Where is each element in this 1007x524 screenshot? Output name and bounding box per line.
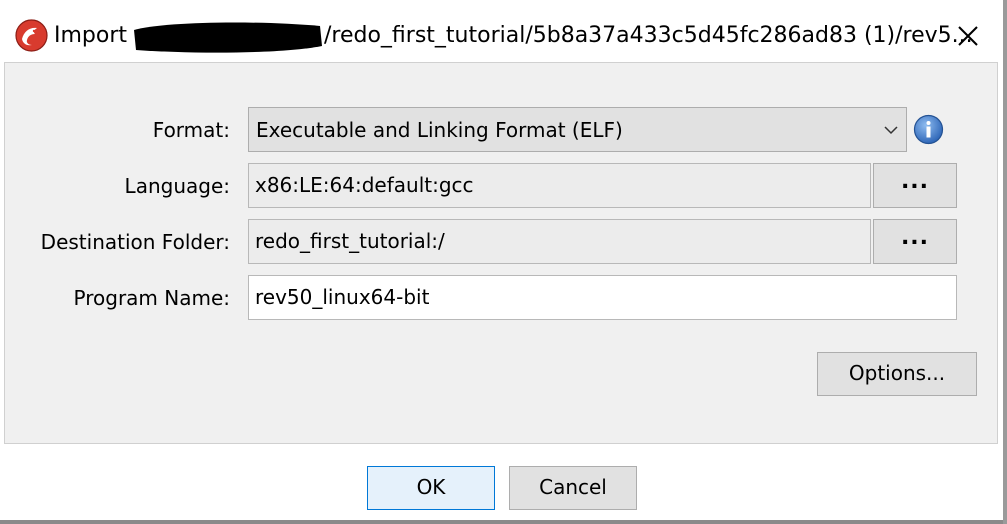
program-name-input[interactable]: rev50_linux64-bit xyxy=(248,275,957,320)
language-field[interactable]: x86:LE:64:default:gcc xyxy=(248,163,871,208)
window-title-path: /redo_first_tutorial/5b8a37a433c5d45fc28… xyxy=(324,23,973,48)
chevron-down-icon xyxy=(884,126,898,135)
redacted-username xyxy=(134,22,322,53)
options-button[interactable]: Options... xyxy=(817,352,977,396)
close-icon xyxy=(958,26,978,46)
window-frame-bottom xyxy=(0,520,1007,524)
dialog-footer xyxy=(0,444,1007,524)
language-label: Language: xyxy=(124,174,230,198)
ok-button-label: OK xyxy=(416,475,446,499)
close-button[interactable] xyxy=(945,14,991,58)
import-dialog: Import /redo_first_tutorial/5b8a37a433c5… xyxy=(0,0,1007,524)
window-title-prefix: Import xyxy=(54,23,128,48)
ok-button[interactable]: OK xyxy=(367,466,495,510)
window-frame-right xyxy=(1003,0,1007,524)
dragon-icon xyxy=(15,19,48,52)
program-name-label: Program Name: xyxy=(73,286,230,310)
destination-browse-button[interactable]: ... xyxy=(873,219,957,264)
title-bar[interactable]: Import /redo_first_tutorial/5b8a37a433c5… xyxy=(0,0,1007,70)
cancel-button[interactable]: Cancel xyxy=(509,466,637,510)
format-dropdown[interactable]: Executable and Linking Format (ELF) xyxy=(248,107,907,152)
language-browse-button[interactable]: ... xyxy=(873,163,957,208)
destination-folder-field[interactable]: redo_first_tutorial:/ xyxy=(248,219,871,264)
info-icon[interactable] xyxy=(913,114,944,145)
format-label: Format: xyxy=(152,118,230,142)
options-button-label: Options... xyxy=(848,361,946,385)
destination-folder-label: Destination Folder: xyxy=(40,230,230,254)
format-selected-value: Executable and Linking Format (ELF) xyxy=(256,118,623,142)
cancel-button-label: Cancel xyxy=(539,475,607,499)
